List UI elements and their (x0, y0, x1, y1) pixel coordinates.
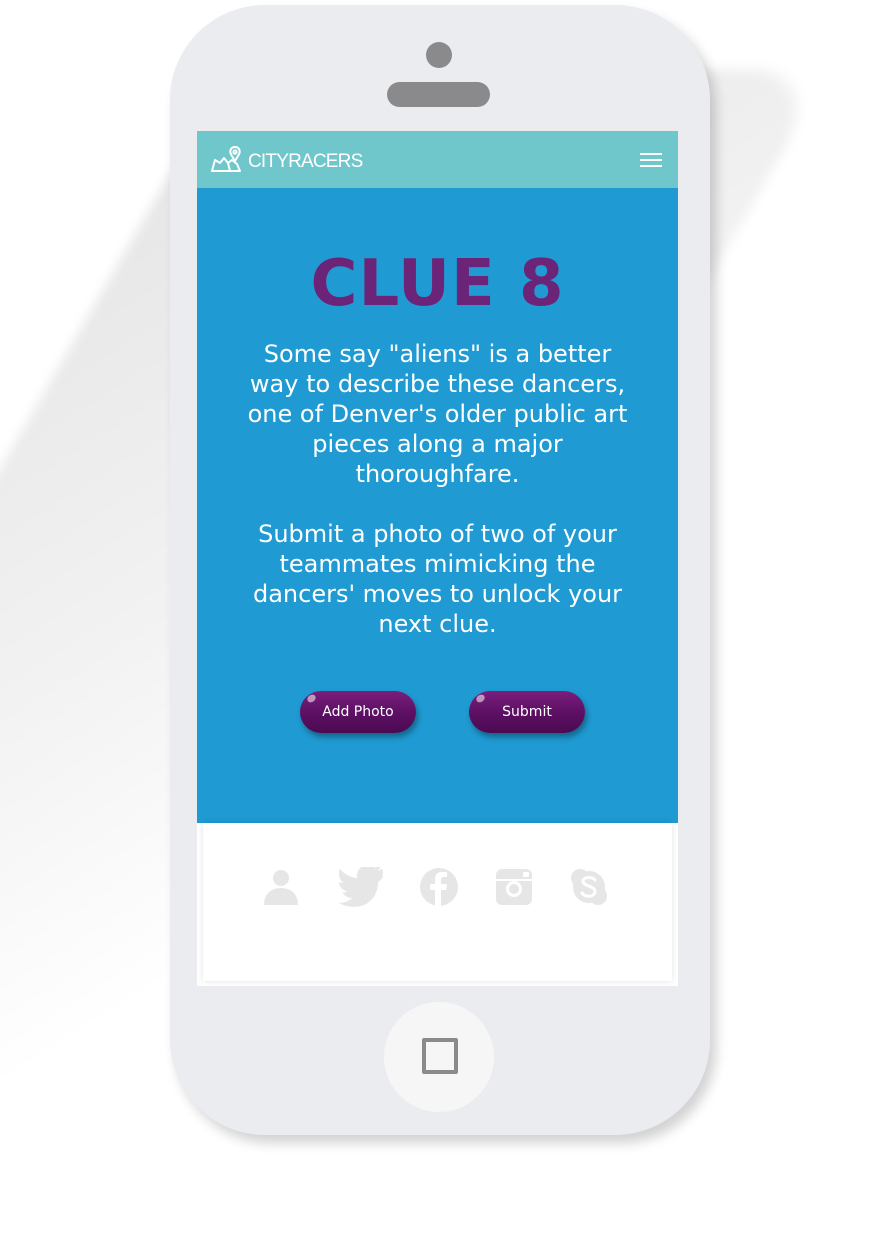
clue-instructions: Submit a photo of two of your teammates … (252, 520, 623, 638)
submit-button[interactable]: Submit (469, 691, 585, 733)
app-header: CITYRACERS (197, 131, 678, 188)
hamburger-menu-icon[interactable] (640, 153, 662, 169)
clue-description: Some say "aliens" is a better way to des… (247, 340, 628, 488)
earpiece-speaker (387, 82, 490, 107)
social-icon-row (203, 867, 672, 911)
cityracers-logo[interactable]: CITYRACERS (210, 143, 363, 177)
facebook-icon[interactable] (419, 867, 459, 907)
instagram-icon[interactable] (494, 867, 534, 907)
social-footer (203, 823, 672, 981)
front-camera (426, 42, 452, 68)
add-photo-button[interactable]: Add Photo (300, 691, 416, 733)
clue-panel: CLUE 8 Some say "aliens" is a better way… (197, 188, 678, 823)
clue-title: CLUE 8 (310, 247, 565, 321)
profile-icon[interactable] (261, 867, 301, 907)
phone-screen: CITYRACERS CLUE 8 Some say "aliens" is a… (197, 131, 678, 986)
home-button[interactable] (384, 1002, 494, 1112)
skype-icon[interactable] (569, 867, 609, 907)
map-pin-logo-icon (211, 146, 241, 172)
phone-device: CITYRACERS CLUE 8 Some say "aliens" is a… (170, 5, 710, 1135)
mockup-stage: CITYRACERS CLUE 8 Some say "aliens" is a… (0, 0, 880, 1240)
logo-wordmark: CITYRACERS (248, 151, 363, 172)
twitter-icon[interactable] (339, 867, 385, 907)
home-square-icon (422, 1038, 458, 1074)
